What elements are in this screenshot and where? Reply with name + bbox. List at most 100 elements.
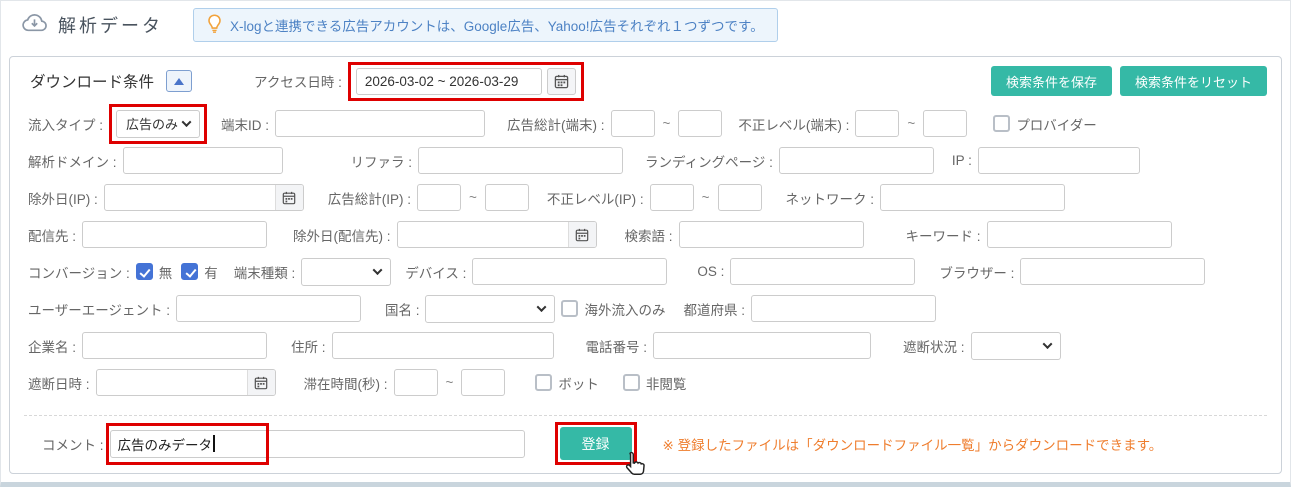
network-input[interactable] [880,184,1066,211]
range-separator: ~ [907,116,916,131]
overseas-only-checkbox[interactable] [561,300,579,317]
prefecture-input[interactable] [751,295,936,322]
range-separator: ~ [701,190,710,205]
panel-title: ダウンロード条件 [30,74,155,91]
inflow-type-select[interactable]: 広告のみ [116,109,201,138]
browser-label: ブラウザー : [939,265,1015,281]
exclude-date-ip-input[interactable] [103,184,304,211]
exclude-date-delivery-calendar-button[interactable] [567,222,596,247]
landing-page-label: ランディングページ : [645,154,773,170]
range-separator: ~ [445,375,454,390]
calendar-icon [254,376,268,389]
address-label: 住所 : [291,339,326,355]
user-agent-label: ユーザーエージェント : [28,302,170,318]
range-separator: ~ [662,116,671,131]
fraud-level-ip-label: 不正レベル(IP) : [546,191,644,207]
text-caret [213,435,216,452]
terminal-type-select[interactable] [301,257,392,286]
keyword-input[interactable] [986,221,1172,248]
block-datetime-calendar-button[interactable] [246,370,275,395]
ad-total-ip-label: 広告総計(IP) : [327,191,411,207]
calendar-icon [575,228,589,241]
analysis-data-page: 解析データ X-logと連携できる広告アカウントは、Google広告、Yahoo… [0,0,1291,487]
comment-label: コメント : [42,437,104,453]
exclude-date-delivery-input[interactable] [396,221,597,248]
non-view-checkbox[interactable] [622,374,640,391]
landing-page-input[interactable] [778,147,934,174]
terminal-type-label: 端末種類 : [233,265,296,281]
country-label: 国名 : [384,302,420,318]
footer-row: コメント : 広告のみデータ 登録 ※ 登録したファイルは「ダウンロードファイル… [24,415,1267,475]
os-input[interactable] [730,258,916,285]
bot-label: ボット [558,376,599,392]
bot-checkbox[interactable] [535,374,553,391]
reset-conditions-button[interactable]: 検索条件をリセット [1119,66,1267,96]
conversion-none-checkbox[interactable] [135,263,153,280]
terminal-id-input[interactable] [275,110,486,137]
company-label: 企業名 : [28,339,77,355]
block-datetime-label: 遮断日時 : [28,376,90,392]
delivery-dest-label: 配信先 : [28,228,77,244]
ad-total-terminal-max-input[interactable] [678,110,723,137]
annotation-box-inflow-type: 広告のみ [109,103,208,144]
form-row-4: 配信先 : 除外日(配信先) : 検索語 : キーワード : [10,216,1281,253]
prefecture-label: 都道府県 : [683,302,745,318]
stay-time-min-input[interactable] [393,369,438,396]
block-status-select[interactable] [970,331,1061,360]
ad-total-terminal-label: 広告総計(端末) : [507,117,605,133]
chevron-down-icon [1042,339,1053,350]
ad-total-ip-max-input[interactable] [484,184,529,211]
panel-header: ダウンロード条件 アクセス日時 : 2026-03-02 ~ 2026-03-2… [10,57,1281,105]
access-date-label: アクセス日時 : [254,75,342,90]
referrer-input[interactable] [418,147,624,174]
exclude-date-ip-calendar-button[interactable] [274,185,303,210]
ad-total-terminal-min-input[interactable] [610,110,655,137]
provider-checkbox[interactable] [993,115,1011,132]
form-row-6: ユーザーエージェント : 国名 : 海外流入のみ 都道府県 : [10,290,1281,327]
search-term-input[interactable] [678,221,864,248]
address-input[interactable] [331,332,554,359]
range-separator: ~ [469,190,477,205]
ad-total-ip-min-input[interactable] [417,184,461,211]
os-label: OS : [697,264,725,279]
comment-input[interactable]: 広告のみデータ [109,429,525,458]
provider-label: プロバイダー [1016,117,1097,133]
ip-input[interactable] [977,147,1140,174]
phone-input[interactable] [653,332,872,359]
exclude-date-ip-label: 除外日(IP) : [28,191,98,207]
delivery-dest-input[interactable] [82,221,268,248]
analysis-domain-input[interactable] [122,147,283,174]
exclude-date-delivery-label: 除外日(配信先) : [293,228,391,244]
browser-input[interactable] [1020,258,1206,285]
fraud-level-terminal-min-input[interactable] [855,110,900,137]
fraud-level-terminal-max-input[interactable] [923,110,968,137]
fraud-level-ip-min-input[interactable] [649,184,694,211]
form-row-2: 解析ドメイン : リファラ : ランディングページ : IP : [10,142,1281,179]
access-date-calendar-button[interactable] [546,67,576,95]
overseas-only-label: 海外流入のみ [584,302,666,318]
keyword-label: キーワード : [905,228,981,244]
chevron-down-icon [181,117,192,128]
user-agent-input[interactable] [175,295,361,322]
stay-time-max-input[interactable] [461,369,506,396]
device-input[interactable] [472,258,668,285]
search-term-label: 検索語 : [624,228,673,244]
device-label: デバイス : [405,265,467,281]
conversion-yes-checkbox[interactable] [181,263,199,280]
collapse-button[interactable] [166,70,193,92]
non-view-label: 非閲覧 [645,376,687,392]
chevron-down-icon [372,265,383,276]
access-date-input[interactable]: 2026-03-02 ~ 2026-03-29 [355,67,542,95]
annotation-box-access-date: 2026-03-02 ~ 2026-03-29 [347,61,584,101]
fraud-level-ip-max-input[interactable] [717,184,762,211]
save-conditions-button[interactable]: 検索条件を保存 [990,66,1112,96]
hand-cursor-icon [622,450,647,482]
annotation-box-register: 登録 [554,422,645,475]
company-input[interactable] [82,332,268,359]
network-label: ネットワーク : [785,191,875,207]
top-bar: 解析データ X-logと連携できる広告アカウントは、Google広告、Yahoo… [1,1,1290,48]
page-title: 解析データ [58,15,163,36]
country-select[interactable] [425,294,556,323]
calendar-icon [554,74,569,88]
terminal-id-label: 端末ID : [221,117,270,133]
